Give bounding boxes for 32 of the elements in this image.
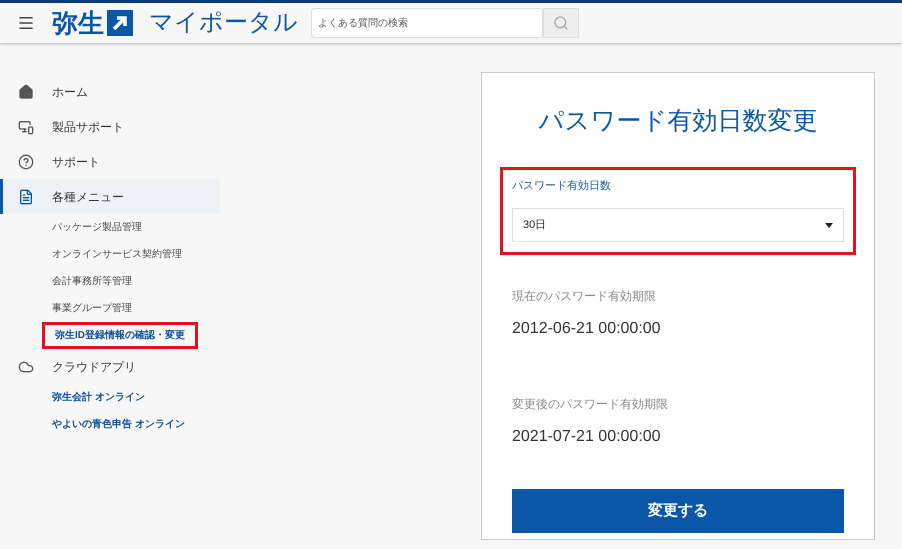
submenu-link[interactable]: 弥生会計 オンライン: [42, 387, 155, 408]
submenu-link[interactable]: パッケージ製品管理: [42, 217, 152, 238]
sidebar-item[interactable]: クラウドアプリ: [0, 349, 220, 384]
document-icon: [18, 188, 34, 204]
field-value: 2012-06-21 00:00:00: [512, 319, 662, 339]
arrow-logo-icon: [107, 10, 133, 36]
change-button[interactable]: 変更する: [512, 489, 844, 533]
help-icon: [18, 154, 34, 170]
submenu-link[interactable]: 弥生ID登録情報の確認・変更: [42, 322, 198, 349]
cloud-icon: [18, 358, 34, 374]
menu-icon[interactable]: [17, 14, 35, 32]
caret-icon: [825, 222, 833, 228]
sidebar-item[interactable]: 製品サポート: [0, 109, 220, 144]
sidebar-item[interactable]: ホーム: [0, 74, 220, 109]
select-label: パスワード有効日数: [512, 178, 612, 194]
field-label: 現在のパスワード有効期限: [512, 288, 657, 305]
logo-text: 弥生: [52, 10, 104, 36]
submenu-link[interactable]: 会計事務所等管理: [42, 271, 142, 292]
submenu-link[interactable]: 事業グループ管理: [42, 298, 142, 319]
field-value: 2021-07-21 00:00:00: [512, 427, 662, 447]
card-title: パスワード有効日数変更: [538, 106, 818, 137]
search-field[interactable]: よくある質問の検索: [311, 8, 543, 38]
portal-title: マイポータル: [149, 11, 298, 35]
field-label: 変更後のパスワード有効期限: [512, 396, 669, 413]
submenu-link[interactable]: オンラインサービス契約管理: [42, 244, 192, 265]
sidebar-item[interactable]: サポート: [0, 144, 220, 179]
submenu-link[interactable]: やよいの青色申告 オンライン: [42, 414, 195, 435]
devices-icon: [18, 118, 34, 134]
search-icon: [553, 15, 569, 31]
sidebar-item[interactable]: 各種メニュー: [0, 179, 220, 214]
days-dropdown[interactable]: 30日: [512, 208, 844, 242]
home-icon: [18, 84, 34, 100]
